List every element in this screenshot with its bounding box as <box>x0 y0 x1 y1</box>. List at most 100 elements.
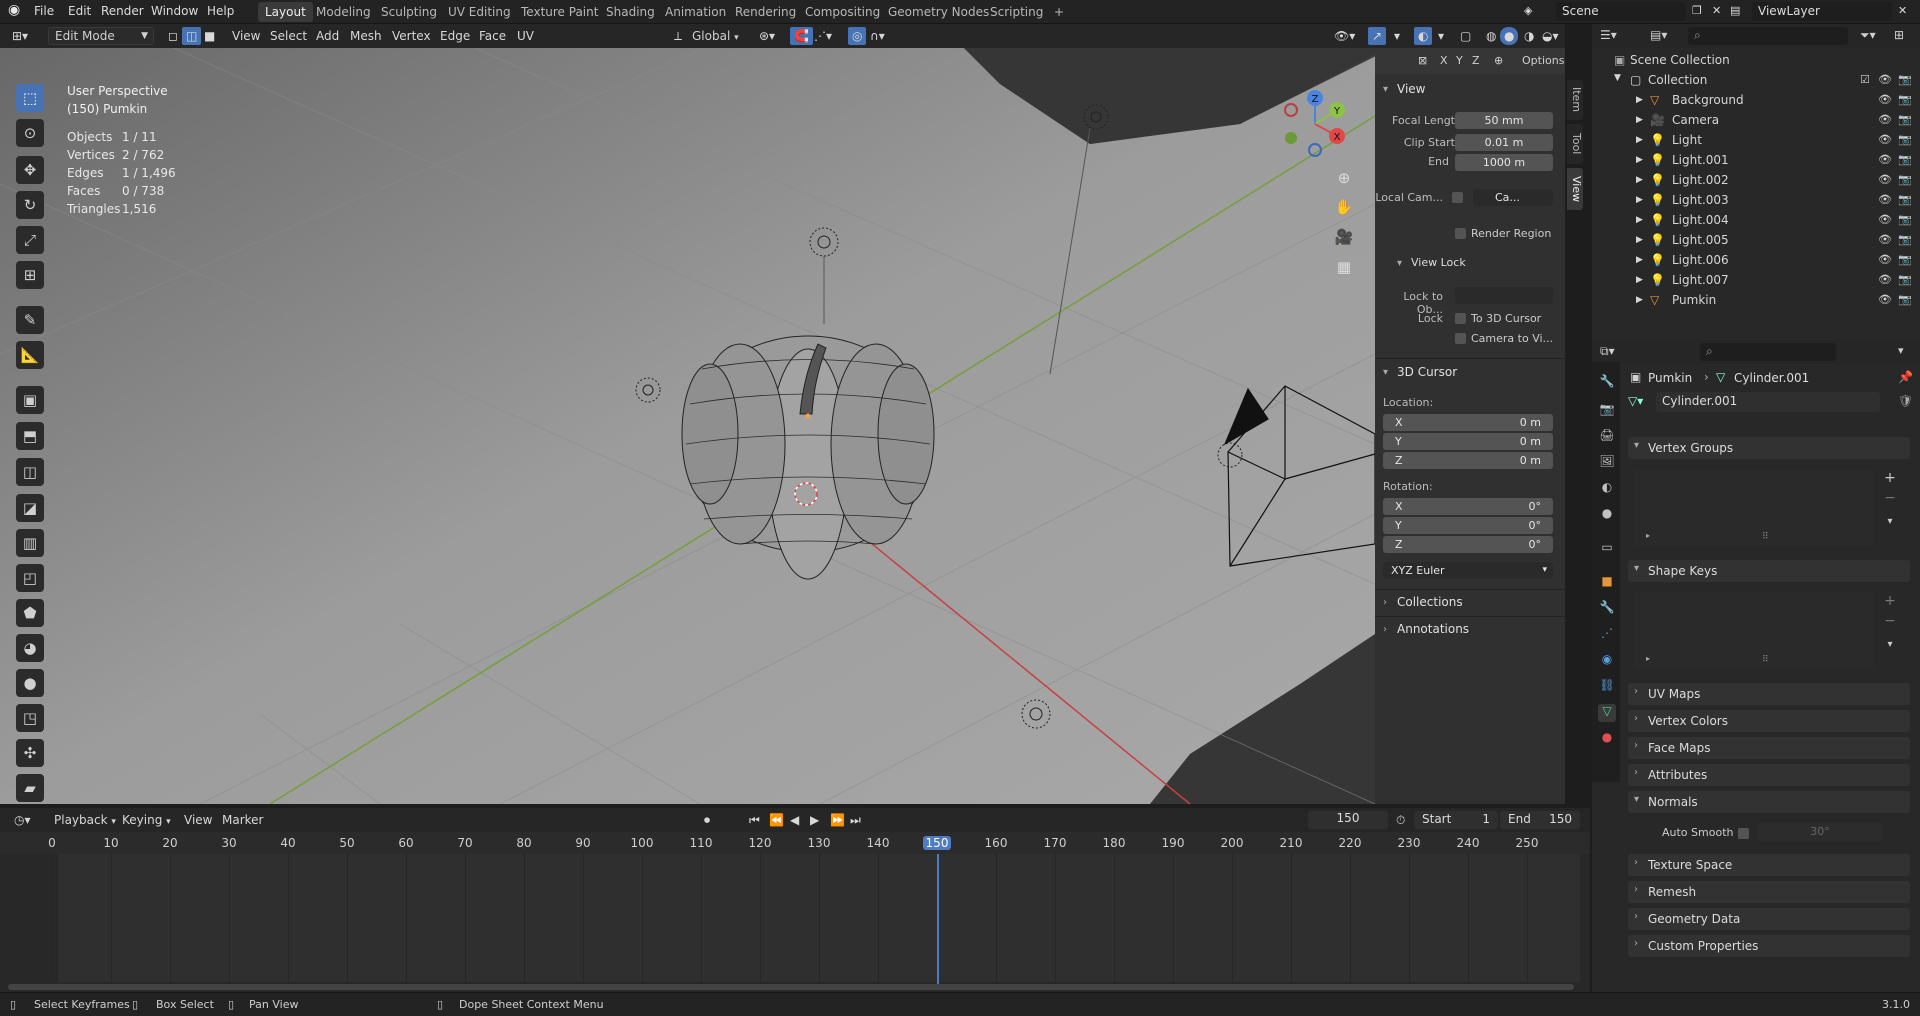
zoom-icon[interactable]: ⊕ <box>1332 169 1356 193</box>
tab-layout[interactable]: Layout <box>258 2 313 22</box>
bevel-tool-icon[interactable]: ◪ <box>16 494 44 522</box>
outliner-row-light[interactable]: ▶ 💡 Light 👁 📷 <box>1592 130 1920 150</box>
outliner-item-label[interactable]: Camera <box>1672 113 1719 127</box>
eye-icon[interactable]: 👁 <box>1878 113 1892 126</box>
falloff-icon[interactable]: ∩▾ <box>866 27 889 45</box>
mode-dropdown[interactable]: Edit Mode ▼ <box>48 27 154 45</box>
geometry-data-section[interactable]: › Geometry Data <box>1628 908 1910 930</box>
lock-to-cursor-checkbox[interactable] <box>1455 313 1466 324</box>
outliner-row-light-001[interactable]: ▶ 💡 Light.001 👁 📷 <box>1592 150 1920 170</box>
3d-viewport[interactable]: Z Y X ⊕ ✋ 🎥 ▦ User Perspective (150) Pum… <box>0 24 1565 804</box>
mesh-browse-icon[interactable]: ▽▾ <box>1628 394 1643 408</box>
tab-rendering[interactable]: Rendering <box>728 2 803 22</box>
outliner-row-light-004[interactable]: ▶ 💡 Light.004 👁 📷 <box>1592 210 1920 230</box>
menu-view[interactable]: View <box>228 27 264 45</box>
chevron-right-icon[interactable]: ▶ <box>1636 295 1643 305</box>
texture-space-section[interactable]: › Texture Space <box>1628 854 1910 876</box>
pivot-point-icon[interactable]: ⊛▾ <box>755 27 779 45</box>
end-frame-field[interactable]: End 150 <box>1500 811 1580 829</box>
resize-handle[interactable]: ⠿ <box>1762 655 1769 665</box>
close-scene-icon[interactable]: ✕ <box>1712 4 1721 17</box>
outliner-item-label[interactable]: Light.003 <box>1672 193 1729 207</box>
new-collection-icon[interactable]: ⊞ <box>1894 28 1904 42</box>
wireframe-shading-icon[interactable]: ◍ <box>1482 27 1500 45</box>
camera-icon[interactable]: 📷 <box>1898 73 1912 86</box>
shear-tool-icon[interactable]: ▰ <box>16 774 44 802</box>
solid-shading-icon[interactable]: ● <box>1500 27 1519 45</box>
outliner-item-label[interactable]: Light.001 <box>1672 153 1729 167</box>
spin-tool-icon[interactable]: ◕ <box>16 634 44 662</box>
filter-icon[interactable]: ⏷▾ <box>1860 28 1876 43</box>
camera-icon[interactable]: 📷 <box>1898 213 1912 226</box>
attributes-section[interactable]: › Attributes <box>1628 764 1910 786</box>
eye-icon[interactable]: 👁 <box>1878 253 1892 266</box>
lock-to-object-field[interactable] <box>1455 287 1553 304</box>
uv-maps-section[interactable]: › UV Maps <box>1628 683 1910 705</box>
3d-cursor-section-header[interactable]: 3D Cursor <box>1397 365 1457 379</box>
outliner-row-scene-collection[interactable]: ▣ Scene Collection <box>1592 50 1920 70</box>
camera-icon[interactable]: 📷 <box>1898 133 1912 146</box>
vertex-group-menu-icon[interactable]: ▾ <box>1882 516 1898 532</box>
timeline-editor-icon[interactable]: ◷▾ <box>10 811 35 829</box>
chevron-right-icon[interactable]: ▶ <box>1636 275 1643 285</box>
vertex-select-icon[interactable]: ◻ <box>164 27 182 45</box>
overlay-toggle-icon[interactable]: ◐ <box>1414 27 1433 45</box>
tab-scripting[interactable]: Scripting <box>983 2 1050 22</box>
material-props-icon[interactable]: ● <box>1598 730 1616 748</box>
overlay-options-icon[interactable]: ▾ <box>1434 27 1448 45</box>
annotations-section-header[interactable]: Annotations <box>1397 622 1469 636</box>
chevron-right-icon[interactable]: ▶ <box>1636 95 1643 105</box>
tool-props-icon[interactable]: 🔧 <box>1598 374 1616 392</box>
current-frame-field[interactable]: 150 <box>1308 811 1388 829</box>
gizmo-toggle-icon[interactable]: ↗ <box>1368 27 1387 45</box>
remove-vertex-group-button[interactable]: − <box>1882 490 1898 506</box>
timeline-area[interactable]: 0 10 20 30 40 50 60 70 80 90 100 110 120 130 140 150 160… <box>0 832 1590 992</box>
close-view-layer-icon[interactable]: ✕ <box>1898 4 1907 17</box>
measure-tool-icon[interactable]: 📐 <box>16 341 44 369</box>
loop-cut-tool-icon[interactable]: ▥ <box>16 529 44 557</box>
clip-start-field[interactable]: 0.01 m <box>1455 134 1553 151</box>
focal-length-field[interactable]: 50 mm <box>1455 112 1553 129</box>
jump-end-icon[interactable]: ⏭ <box>846 811 865 829</box>
tab-compositing[interactable]: Compositing <box>798 2 887 22</box>
eye-icon[interactable]: 👁 <box>1878 73 1892 86</box>
vertex-colors-section[interactable]: › Vertex Colors <box>1628 710 1910 732</box>
camera-icon[interactable]: 📷 <box>1898 253 1912 266</box>
inset-tool-icon[interactable]: ◫ <box>16 458 44 486</box>
camera-icon[interactable]: 📷 <box>1898 93 1912 106</box>
play-reverse-icon[interactable]: ◀ <box>786 811 803 829</box>
face-select-icon[interactable]: ■ <box>200 27 219 45</box>
menu-playback[interactable]: Playback ▾ <box>50 811 120 829</box>
menu-select[interactable]: Select <box>266 27 311 45</box>
shrink-fatten-tool-icon[interactable]: ✣ <box>16 739 44 767</box>
menu-vertex[interactable]: Vertex <box>388 27 435 45</box>
menu-timeline-view[interactable]: View <box>180 811 216 829</box>
outliner-item-label[interactable]: Light.004 <box>1672 213 1729 227</box>
pan-hand-icon[interactable]: ✋ <box>1332 198 1356 222</box>
select-box-tool-icon[interactable]: ⬚ <box>16 84 44 112</box>
snap-options-icon[interactable]: ⋰▾ <box>810 27 836 45</box>
menu-mesh[interactable]: Mesh <box>346 27 386 45</box>
chevron-right-icon[interactable]: ▶ <box>1636 195 1643 205</box>
menu-edit[interactable]: Edit <box>68 4 91 18</box>
copy-scene-icon[interactable]: ❐ <box>1692 4 1702 17</box>
local-camera-checkbox[interactable] <box>1452 192 1463 203</box>
menu-keying[interactable]: Keying ▾ <box>118 811 175 829</box>
camera-icon[interactable]: 📷 <box>1898 193 1912 206</box>
outliner-item-label[interactable]: Light.002 <box>1672 173 1729 187</box>
menu-help[interactable]: Help <box>207 4 234 18</box>
cursor-tool-icon[interactable]: ⊙ <box>16 119 44 147</box>
tab-tool[interactable]: Tool <box>1567 124 1583 164</box>
chevron-right-icon[interactable]: ▶ <box>1636 135 1643 145</box>
normals-section[interactable]: ▾ Normals <box>1628 791 1910 813</box>
scale-tool-icon[interactable]: ⤢ <box>16 226 44 254</box>
menu-add[interactable]: Add <box>312 27 343 45</box>
options-dropdown[interactable]: Options <box>1522 54 1564 67</box>
outliner-row-light-003[interactable]: ▶ 💡 Light.003 👁 📷 <box>1592 190 1920 210</box>
selected-vertex[interactable] <box>805 413 811 419</box>
extrude-tool-icon[interactable]: ⬒ <box>16 422 44 450</box>
proportional-edit-icon[interactable]: ◎ <box>848 27 867 45</box>
chevron-right-icon[interactable]: ▶ <box>1636 115 1643 125</box>
remesh-section[interactable]: › Remesh <box>1628 881 1910 903</box>
shape-keys-section[interactable]: ▾ Shape Keys <box>1628 560 1910 582</box>
